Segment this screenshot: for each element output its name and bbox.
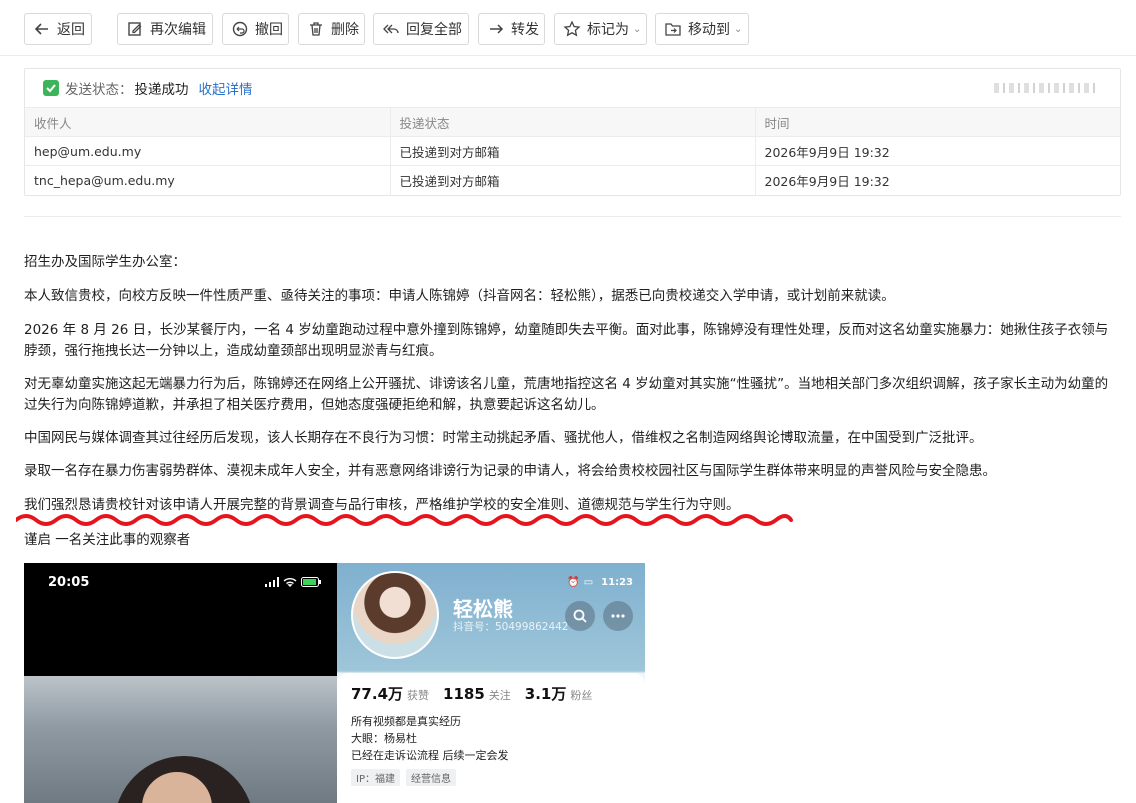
likes-label: 获赞 [407, 689, 430, 702]
edit-icon [128, 22, 142, 36]
recipient-cell: hep@um.edu.my [25, 136, 390, 166]
edit-again-button[interactable]: 再次编辑 [117, 13, 213, 45]
delivery-table: 收件人 投递状态 时间 hep@um.edu.my 已投递到对方邮箱 2026年… [25, 107, 1120, 195]
forward-icon [490, 24, 504, 34]
delete-button[interactable]: 删除 [298, 13, 365, 45]
table-row: hep@um.edu.my 已投递到对方邮箱 2026年9月9日 19:32 [25, 136, 1120, 166]
embedded-screenshot-profile: ⏰ ▭ 11:23 轻松熊 抖音号：50499862442 77.4万 获赞 11… [337, 563, 645, 803]
mail-toolbar: 返回 再次编辑 撤回 删除 回复全部 转发 标记为 ⌄ 移动到 ⌄ [0, 0, 1136, 56]
check-icon [43, 80, 59, 96]
mark-as-dropdown[interactable]: 标记为 ⌄ [554, 13, 647, 45]
fans-label: 粉丝 [570, 689, 593, 702]
star-icon [563, 20, 581, 37]
reply-all-icon [383, 24, 399, 34]
recall-icon [232, 21, 248, 37]
profile-uid: 抖音号：50499862442 [453, 621, 569, 633]
move-to-label: 移动到 [688, 22, 730, 38]
back-button[interactable]: 返回 [24, 13, 92, 45]
delete-label: 删除 [331, 22, 359, 38]
reply-all-label: 回复全部 [406, 22, 462, 38]
delivery-status-panel: 发送状态： 投递成功 收起详情 收件人 投递状态 时间 hep@um.edu.m… [24, 68, 1121, 196]
mark-as-label: 标记为 [587, 22, 629, 38]
back-label: 返回 [57, 22, 85, 38]
signoff: 谨启 一名关注此事的观察者 [24, 532, 191, 548]
phone-status-bar: ⏰ ▭ 11:23 [567, 577, 633, 588]
paragraph-5: 录取一名存在暴力伤害弱势群体、漠视未成年人安全，并有恶意网络诽谤行为记录的申请人… [24, 463, 996, 479]
paragraph-3: 对无辜幼童实施这起无端暴力行为后，陈锦婷还在网络上公开骚扰、诽谤该名儿童，荒唐地… [24, 376, 1109, 413]
profile-stats: 77.4万 获赞 1185 关注 3.1万 粉丝 [351, 683, 592, 704]
video-frame [24, 676, 337, 803]
signal-icon [265, 577, 279, 587]
greeting: 招生办及国际学生办公室： [24, 254, 186, 270]
following-count: 1185 [443, 685, 485, 703]
following-label: 关注 [488, 689, 511, 702]
bio-line: 已经在走诉讼流程 后续一定会发 [351, 749, 509, 762]
more-icon [603, 601, 633, 631]
arrow-left-icon [34, 23, 48, 35]
recipient-cell: tnc_hepa@um.edu.my [25, 165, 390, 195]
fans-count: 3.1万 [524, 685, 567, 703]
delivery-status-header: 发送状态： 投递成功 收起详情 [25, 69, 1120, 107]
profile-tags: IP：福建 经营信息 [351, 769, 456, 786]
trash-icon [310, 22, 322, 36]
recall-label: 撤回 [255, 22, 283, 38]
profile-bio: 所有视频都是真实经历 大眼：杨易杜 已经在走诉讼流程 后续一定会发 [351, 713, 509, 764]
profile-card: 77.4万 获赞 1185 关注 3.1万 粉丝 所有视频都是真实经历 大眼：杨易杜 … [337, 673, 645, 803]
likes-count: 77.4万 [351, 685, 404, 703]
status-cell: 已投递到对方邮箱 [389, 136, 755, 166]
wifi-icon [283, 578, 297, 587]
divider [24, 216, 1121, 217]
phone-time: 20:05 [48, 575, 90, 590]
ip-tag: IP：福建 [351, 769, 400, 786]
folder-move-icon [665, 23, 681, 36]
table-header-row: 收件人 投递状态 时间 [25, 107, 1120, 137]
business-info-tag: 经营信息 [405, 769, 456, 786]
embedded-screenshot-video: 20:05 [24, 563, 337, 803]
time-cell: 2026年9月9日 19:32 [754, 136, 1120, 166]
paragraph-4: 中国网民与媒体调查其过往经历后发现，该人长期存在不良行为习惯：时常主动挑起矛盾、… [24, 430, 983, 446]
battery-icon [301, 577, 321, 587]
avatar [351, 571, 439, 659]
edit-again-label: 再次编辑 [150, 22, 206, 38]
bio-line: 大眼：杨易杜 [351, 732, 417, 745]
column-header-status: 投递状态 [389, 107, 755, 137]
column-header-recipient: 收件人 [25, 107, 390, 137]
phone-status-icons [265, 577, 321, 587]
recall-button[interactable]: 撤回 [222, 13, 289, 45]
profile-nickname: 轻松熊 [453, 597, 513, 621]
redacted-text [994, 83, 1098, 93]
battery-icon: ▭ [583, 577, 594, 588]
column-header-time: 时间 [754, 107, 1120, 137]
chevron-down-icon: ⌄ [633, 23, 642, 35]
table-row: tnc_hepa@um.edu.my 已投递到对方邮箱 2026年9月9日 19… [25, 165, 1120, 195]
delivery-status-label: 发送状态： [65, 82, 133, 98]
delivery-status-value: 投递成功 [134, 82, 189, 98]
phone-time: 11:23 [601, 577, 633, 588]
paragraph-1: 本人致信贵校，向校方反映一件性质严重、亟待关注的事项：申请人陈锦婷（抖音网名：轻… [24, 288, 895, 304]
paragraph-2: 2026 年 8 月 26 日，长沙某餐厅内，一名 4 岁幼童跑动过程中意外撞到… [24, 322, 1109, 359]
status-cell: 已投递到对方邮箱 [389, 165, 755, 195]
reply-all-button[interactable]: 回复全部 [373, 13, 469, 45]
move-to-dropdown[interactable]: 移动到 ⌄ [655, 13, 749, 45]
bio-line: 所有视频都是真实经历 [351, 715, 461, 728]
chevron-down-icon: ⌄ [734, 23, 743, 35]
search-icon [565, 601, 595, 631]
red-squiggle-underline [16, 514, 793, 526]
forward-label: 转发 [511, 22, 539, 38]
collapse-details-link[interactable]: 收起详情 [199, 78, 253, 98]
time-cell: 2026年9月9日 19:32 [754, 165, 1120, 195]
forward-button[interactable]: 转发 [478, 13, 545, 45]
alarm-icon: ⏰ [567, 577, 580, 588]
